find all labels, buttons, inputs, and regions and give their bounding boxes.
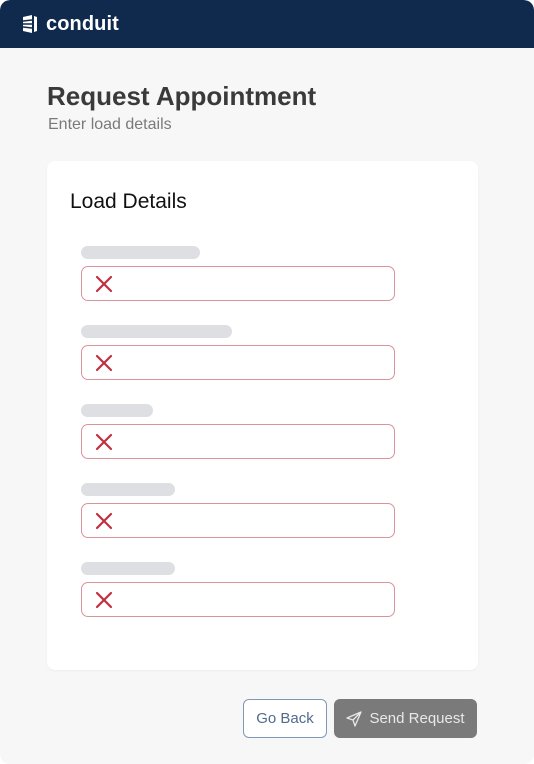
card-title: Load Details [70, 190, 187, 213]
load-details-card: Load Details [47, 161, 478, 670]
brand[interactable]: conduit [20, 12, 119, 36]
top-bar: conduit [0, 0, 534, 48]
send-request-label: Send Request [369, 710, 465, 727]
load-field-5 [81, 562, 395, 617]
field-input-1[interactable] [81, 266, 395, 301]
go-back-button[interactable]: Go Back [243, 699, 327, 738]
field-input-3[interactable] [81, 424, 395, 459]
load-field-1 [81, 246, 395, 301]
x-icon [95, 354, 113, 372]
page-subtitle: Enter load details [48, 116, 172, 133]
load-field-3 [81, 404, 395, 459]
page-title: Request Appointment [47, 81, 317, 111]
field-label-skeleton [81, 404, 153, 417]
field-input-2[interactable] [81, 345, 395, 380]
field-label-skeleton [81, 483, 175, 496]
x-icon [95, 433, 113, 451]
x-icon [95, 275, 113, 293]
app-window: conduit Request Appointment Enter load d… [0, 0, 534, 764]
paper-plane-icon [346, 710, 363, 727]
field-input-5[interactable] [81, 582, 395, 617]
x-icon [95, 591, 113, 609]
send-request-button[interactable]: Send Request [334, 699, 477, 738]
x-icon [95, 512, 113, 530]
field-label-skeleton [81, 562, 175, 575]
field-input-4[interactable] [81, 503, 395, 538]
field-label-skeleton [81, 246, 200, 259]
load-field-4 [81, 483, 395, 538]
load-field-2 [81, 325, 395, 380]
field-label-skeleton [81, 325, 232, 338]
brand-name: conduit [46, 13, 119, 35]
conduit-logo-icon [22, 15, 37, 33]
